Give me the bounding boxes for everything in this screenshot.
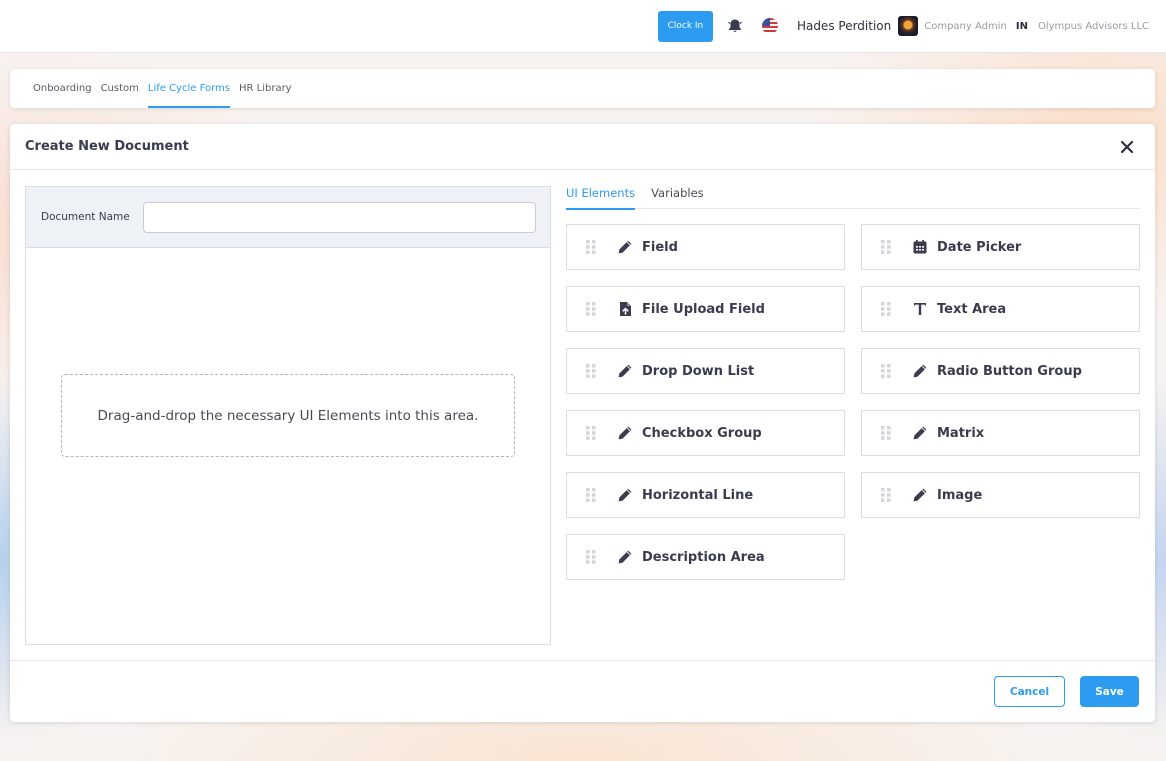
- element-label: Drop Down List: [642, 363, 755, 379]
- drag-handle-icon[interactable]: [586, 364, 596, 378]
- clock-in-button[interactable]: Clock In: [657, 10, 713, 42]
- drag-handle-icon[interactable]: [586, 488, 596, 502]
- top-header: Clock In Hades Perdition Company Admin I…: [0, 0, 1166, 53]
- pencil-icon: [617, 239, 633, 255]
- element-radio-button-group[interactable]: Radio Button Group: [861, 348, 1140, 394]
- cancel-button[interactable]: Cancel: [994, 676, 1065, 707]
- element-label: Description Area: [642, 549, 765, 565]
- create-document-dialog: Create New Document Document Name Drag-a…: [10, 124, 1155, 722]
- element-label: Horizontal Line: [642, 487, 754, 503]
- drop-zone[interactable]: Drag-and-drop the necessary UI Elements …: [61, 374, 515, 457]
- element-file-upload-field[interactable]: File Upload Field: [566, 286, 845, 332]
- calendar-icon: [912, 239, 928, 255]
- pencil-icon: [912, 487, 928, 503]
- pencil-icon: [617, 487, 633, 503]
- document-name-input[interactable]: [143, 201, 536, 233]
- user-name[interactable]: Hades Perdition: [797, 19, 891, 33]
- element-tabs: UI Elements Variables: [566, 186, 1140, 210]
- dialog-title: Create New Document: [25, 139, 189, 154]
- bell-icon[interactable]: [727, 18, 743, 34]
- language-code[interactable]: IN: [1016, 21, 1028, 32]
- element-label: Checkbox Group: [642, 425, 762, 441]
- user-role: Company Admin: [924, 20, 1007, 32]
- element-drop-down-list[interactable]: Drop Down List: [566, 348, 845, 394]
- drag-handle-icon[interactable]: [586, 426, 596, 440]
- file-upload-icon: [617, 301, 633, 317]
- dialog-footer: Cancel Save: [10, 660, 1155, 722]
- tab-life-cycle-forms[interactable]: Life Cycle Forms: [147, 69, 231, 108]
- element-label: Matrix: [937, 425, 985, 441]
- element-description-area[interactable]: Description Area: [566, 534, 845, 580]
- pencil-icon: [617, 549, 633, 565]
- avatar[interactable]: [898, 16, 919, 36]
- element-checkbox-group[interactable]: Checkbox Group: [566, 410, 845, 456]
- element-label: Date Picker: [937, 239, 1022, 255]
- drag-handle-icon[interactable]: [586, 550, 596, 564]
- element-date-picker[interactable]: Date Picker: [861, 224, 1140, 270]
- tab-hr-library[interactable]: HR Library: [239, 69, 292, 108]
- tab-onboarding[interactable]: Onboarding: [33, 69, 92, 108]
- document-canvas: Document Name Drag-and-drop the necessar…: [25, 186, 551, 645]
- company-name[interactable]: Olympus Advisors LLC: [1038, 21, 1149, 32]
- close-icon[interactable]: [1120, 140, 1134, 154]
- document-name-row: Document Name: [26, 187, 550, 248]
- pencil-icon: [617, 425, 633, 441]
- tab-variables[interactable]: Variables: [651, 186, 704, 209]
- ui-elements-list: Field Date Picker File Upload Field Text…: [566, 224, 1140, 580]
- element-label: Text Area: [937, 301, 1007, 317]
- element-horizontal-line[interactable]: Horizontal Line: [566, 472, 845, 518]
- drag-handle-icon[interactable]: [586, 302, 596, 316]
- dialog-header: Create New Document: [10, 124, 1155, 170]
- drop-zone-text: Drag-and-drop the necessary UI Elements …: [97, 407, 479, 424]
- element-field[interactable]: Field: [566, 224, 845, 270]
- tab-ui-elements[interactable]: UI Elements: [566, 186, 636, 210]
- pencil-icon: [912, 425, 928, 441]
- element-label: Field: [642, 239, 678, 255]
- text-icon: [912, 301, 928, 317]
- drag-handle-icon[interactable]: [586, 240, 596, 254]
- element-label: Image: [937, 487, 983, 503]
- drag-handle-icon[interactable]: [881, 240, 891, 254]
- element-image[interactable]: Image: [861, 472, 1140, 518]
- drag-handle-icon[interactable]: [881, 364, 891, 378]
- element-label: Radio Button Group: [937, 363, 1082, 379]
- document-name-label: Document Name: [41, 211, 130, 223]
- pencil-icon: [617, 363, 633, 379]
- element-text-area[interactable]: Text Area: [861, 286, 1140, 332]
- section-tabs: Onboarding Custom Life Cycle Forms HR Li…: [10, 69, 1155, 108]
- save-button[interactable]: Save: [1080, 676, 1139, 707]
- element-label: File Upload Field: [642, 301, 765, 317]
- us-flag-icon[interactable]: [761, 18, 778, 34]
- pencil-icon: [912, 363, 928, 379]
- drag-handle-icon[interactable]: [881, 426, 891, 440]
- tab-custom[interactable]: Custom: [101, 69, 139, 108]
- drag-handle-icon[interactable]: [881, 488, 891, 502]
- drag-handle-icon[interactable]: [881, 302, 891, 316]
- element-matrix[interactable]: Matrix: [861, 410, 1140, 456]
